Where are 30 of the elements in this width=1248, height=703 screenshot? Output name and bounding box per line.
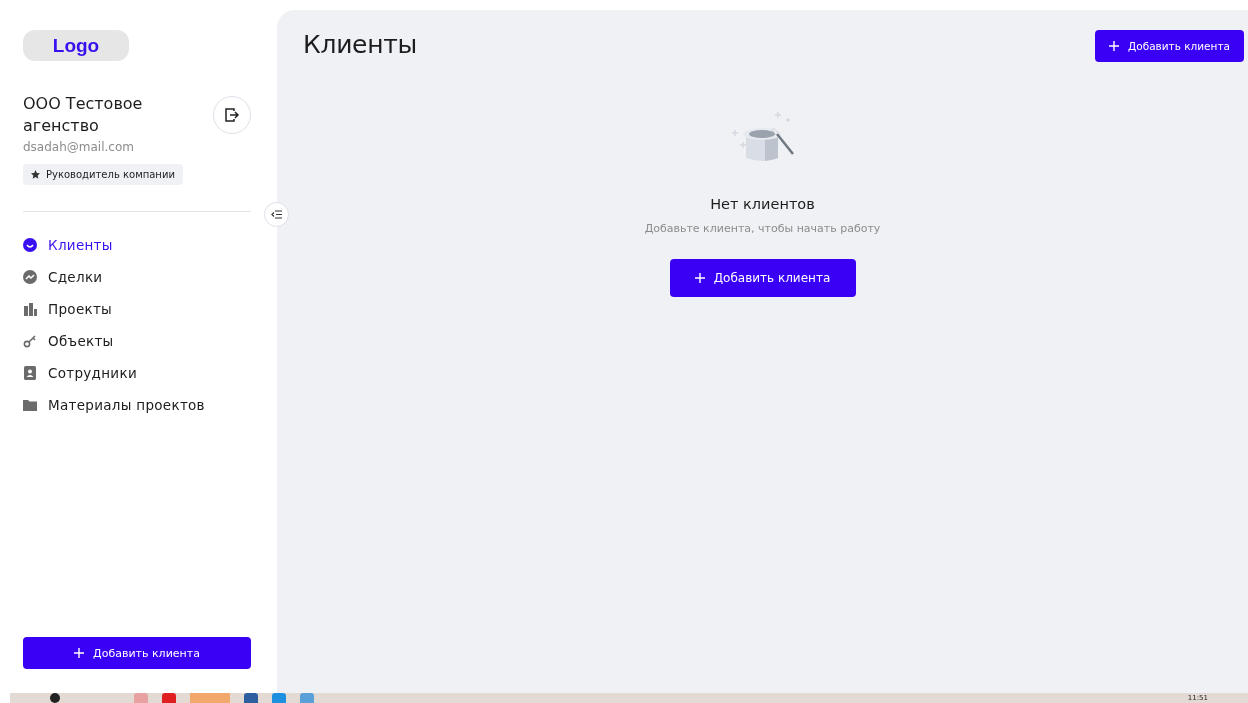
plus-icon	[694, 273, 705, 283]
nav-item[interactable]: Сотрудники	[23, 362, 251, 384]
nav-item[interactable]: Сделки	[23, 266, 251, 288]
role-label: Руководитель компании	[46, 169, 175, 180]
add-client-button[interactable]: Добавить клиента	[23, 637, 251, 669]
plus-icon	[74, 648, 85, 658]
nav-item[interactable]: Клиенты	[23, 234, 251, 256]
add-client-button[interactable]: Добавить клиента	[669, 259, 856, 297]
company-name: ООО Тестовое агенство	[23, 93, 144, 137]
collapse-icon	[271, 210, 282, 219]
key-icon	[23, 334, 37, 348]
taskbar-icon[interactable]	[50, 693, 60, 703]
smiley-icon	[23, 238, 37, 252]
empty-state-title: Нет клиентов	[710, 196, 815, 212]
user-email: dsadah@mail.com	[23, 140, 135, 154]
logo: Logo	[23, 30, 129, 61]
nav-item[interactable]: Проекты	[23, 298, 251, 320]
plus-icon	[1109, 41, 1120, 51]
empty-state-text: Добавьте клиента, чтобы начать работу	[644, 222, 881, 235]
nav-item[interactable]: Объекты	[23, 330, 251, 352]
star-icon	[31, 170, 40, 179]
folder-icon	[23, 398, 37, 412]
trend-icon	[23, 270, 37, 284]
add-client-button[interactable]: Добавить клиента	[1095, 30, 1244, 62]
logout-button[interactable]	[213, 96, 251, 134]
page-title: Клиенты	[303, 30, 417, 59]
person-card-icon	[23, 366, 37, 380]
logout-icon	[225, 108, 239, 122]
buildings-icon	[23, 302, 37, 316]
nav-item[interactable]: Материалы проектов	[23, 394, 251, 416]
